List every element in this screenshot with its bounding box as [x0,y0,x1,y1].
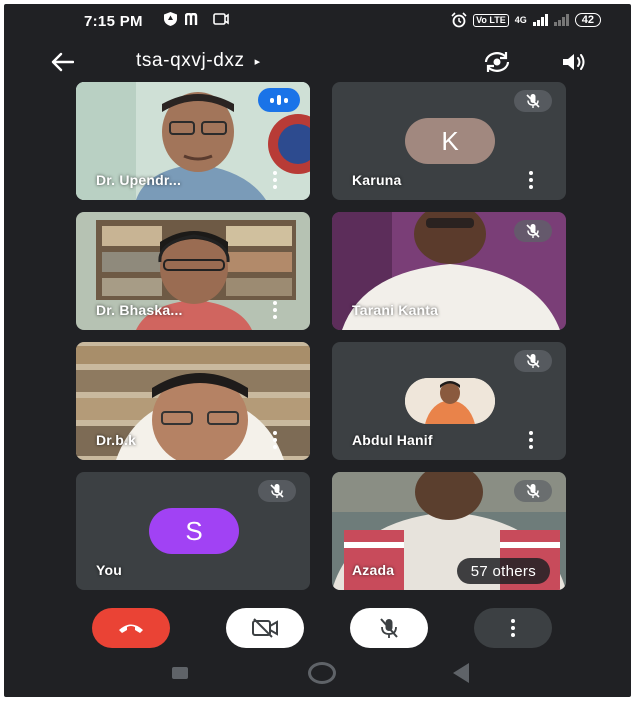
mic-off-icon [380,618,398,638]
cast-icon [213,13,229,25]
mic-off-icon [270,484,284,498]
chevron-right-icon: ▸ [254,55,261,68]
others-count-chip[interactable]: 57 others [456,558,550,584]
mic-off-icon [526,94,540,108]
avatar [405,378,495,424]
mic-off-icon [526,484,540,498]
participant-name: Dr. Upendr... [96,172,182,188]
participant-name: Karuna [352,172,402,188]
status-left-icons [164,12,229,26]
back-button[interactable] [46,48,78,76]
arrow-left-icon [51,52,74,72]
network-type: 4G [514,15,527,25]
avatar: K [405,118,495,164]
switch-camera-icon [484,52,510,72]
participant-tile-karuna[interactable]: K Karuna [332,82,566,200]
participant-tile-abdul-hanif[interactable]: Abdul Hanif [332,342,566,460]
camera-off-icon [252,618,278,638]
mic-off-indicator [514,350,552,372]
m-icon [185,13,198,25]
camera-toggle-button[interactable] [226,608,304,648]
participant-menu-button[interactable] [268,170,282,190]
participant-tile-bhaska[interactable]: Dr. Bhaska... [76,212,310,330]
participant-name: Dr.b.k [96,432,137,448]
system-back-button[interactable] [453,663,469,683]
volte-badge: Vo LTE [473,13,509,27]
status-time: 7:15 PM [84,13,143,30]
mic-toggle-button[interactable] [350,608,428,648]
mic-off-icon [526,354,540,368]
speaking-indicator [258,88,300,112]
signal-icon [532,14,548,26]
shield-icon [164,12,177,26]
participant-tile-you[interactable]: S You [76,472,310,590]
participant-tile-tarani[interactable]: Tarani Kanta [332,212,566,330]
participant-tile-upendr[interactable]: Dr. Upendr... [76,82,310,200]
speaker-button[interactable] [557,46,591,78]
meeting-title[interactable]: tsa-qxvj-dxz ▸ [136,50,261,72]
participant-name: Tarani Kanta [352,302,439,318]
participant-name: Azada [352,562,395,578]
status-bar: 7:15 PM Vo LTE 4G 42 [4,4,631,38]
home-button[interactable] [308,662,336,684]
signal-2-icon [553,14,569,26]
meeting-code: tsa-qxvj-dxz [136,50,245,71]
mic-off-indicator [514,220,552,242]
end-call-button[interactable] [92,608,170,648]
recent-apps-button[interactable] [172,667,188,679]
switch-camera-button[interactable] [480,46,514,78]
mic-off-icon [526,224,540,238]
mic-off-indicator [514,480,552,502]
participant-tile-azada[interactable]: Azada 57 others [332,472,566,590]
participant-menu-button[interactable] [524,170,538,190]
system-nav-bar [4,649,631,697]
alarm-icon [451,12,467,28]
mic-off-indicator [258,480,296,502]
avatar-photo [405,378,495,424]
participant-name: You [96,562,123,578]
meeting-header: tsa-qxvj-dxz ▸ [4,40,631,84]
participant-menu-button[interactable] [524,430,538,450]
mic-off-indicator [514,90,552,112]
participant-name: Dr. Bhaska... [96,302,183,318]
participant-menu-button[interactable] [268,300,282,320]
participant-menu-button[interactable] [268,430,282,450]
participant-tile-drbk[interactable]: Dr.b.k [76,342,310,460]
volume-icon [563,54,585,70]
participant-name: Abdul Hanif [352,432,433,448]
more-options-button[interactable] [474,608,552,648]
hang-up-icon [119,624,143,633]
call-controls [4,604,631,650]
phone-screen: 7:15 PM Vo LTE 4G 42 tsa-qxvj-dxz ▸ Dr. … [4,4,631,697]
battery-indicator: 42 [574,13,601,27]
status-right-icons: Vo LTE 4G 42 [451,12,601,28]
avatar: S [149,508,239,554]
